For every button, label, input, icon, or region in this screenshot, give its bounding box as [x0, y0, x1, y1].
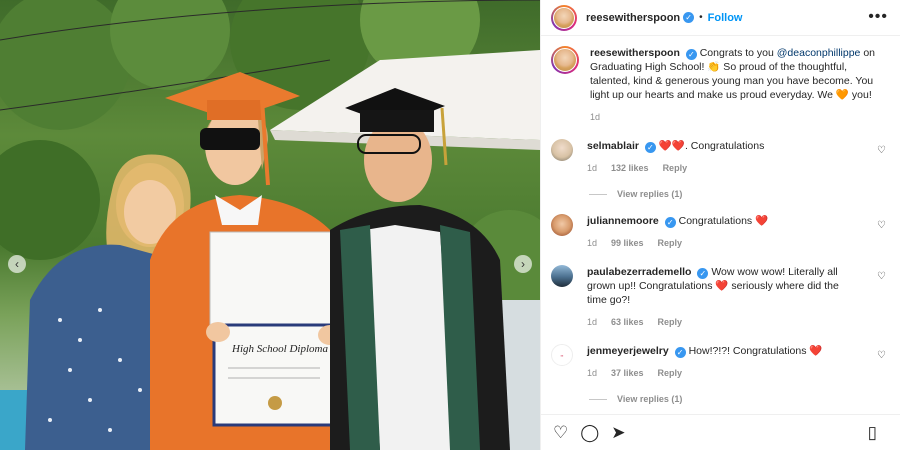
bookmark-icon[interactable]: ▯	[868, 424, 877, 441]
comment-username[interactable]: selmablair	[587, 140, 639, 152]
comment-item: ▪▪ jenmeyerjewelry ✓ How!?!?! Congratula…	[551, 344, 890, 380]
comment-item: juliannemoore ✓ Congratulations ❤️ 1d 99 …	[551, 214, 890, 250]
caption-avatar[interactable]	[551, 46, 579, 74]
comment-item: selmablair ✓ ❤️❤️. Congratulations 1d 132…	[551, 139, 890, 175]
comment-like-heart-icon[interactable]: ♡	[877, 220, 886, 231]
comment-username[interactable]: juliannemoore	[587, 215, 659, 227]
verified-badge-icon: ✓	[685, 49, 697, 60]
comment-username[interactable]: jenmeyerjewelry	[587, 345, 669, 357]
photo-illustration: High School Diploma	[0, 0, 540, 450]
comment-timestamp[interactable]: 1d	[587, 238, 597, 248]
follow-button[interactable]: Follow	[708, 12, 743, 24]
verified-badge-icon: ✓	[683, 12, 695, 23]
post-photo[interactable]: High School Diploma ‹ ›	[0, 0, 540, 450]
instagram-post-view: High School Diploma ‹ › reesewitherspoon	[0, 0, 900, 450]
comment-timestamp[interactable]: 1d	[587, 368, 597, 378]
view-replies-label: View replies (1)	[617, 189, 683, 199]
verified-badge-icon: ✓	[697, 268, 709, 279]
post-header: reesewitherspoon ✓ • Follow •••	[541, 0, 900, 36]
comment-reply-button[interactable]: Reply	[658, 368, 683, 378]
comment-avatar[interactable]: ▪▪	[551, 344, 573, 366]
comment-username[interactable]: paulabezerrademello	[587, 266, 691, 278]
carousel-next-button[interactable]: ›	[514, 255, 532, 273]
jenmeyer-logo-icon: ▪▪	[560, 352, 564, 358]
caption-timestamp[interactable]: 1d	[590, 110, 878, 124]
verified-badge-icon: ✓	[674, 347, 686, 358]
heart-icon[interactable]: ♡	[553, 424, 568, 441]
comment-reply-button[interactable]: Reply	[658, 317, 683, 327]
comment-timestamp[interactable]: 1d	[587, 163, 597, 173]
comment-avatar[interactable]	[551, 265, 573, 287]
comment-item: paulabezerrademello ✓ Wow wow wow! Liter…	[551, 265, 890, 329]
comment-reply-button[interactable]: Reply	[663, 163, 688, 173]
comment-likes-count[interactable]: 37 likes	[611, 368, 644, 378]
avatar[interactable]	[551, 4, 577, 31]
view-replies-button[interactable]: View replies (1)	[589, 189, 890, 199]
view-replies-label: View replies (1)	[617, 394, 683, 404]
diploma-title-text: High School Diploma	[231, 343, 328, 355]
comment-text: Congratulations ❤️	[678, 215, 769, 227]
comments-scroll-area[interactable]: reesewitherspoon ✓ Congrats to you @deac…	[541, 36, 900, 414]
comment-likes-count[interactable]: 63 likes	[611, 317, 644, 327]
verified-badge-icon: ✓	[644, 142, 656, 153]
send-icon[interactable]: ➤	[611, 424, 625, 441]
verified-badge-icon: ✓	[664, 217, 676, 228]
comment-like-heart-icon[interactable]: ♡	[877, 145, 886, 156]
caption-mention-link[interactable]: @deaconphillippe	[777, 47, 861, 59]
header-separator: •	[699, 12, 703, 23]
header-username[interactable]: reesewitherspoon	[586, 12, 680, 24]
post-action-bar: ♡ ◯ ➤ ▯	[541, 414, 900, 450]
comment-icon[interactable]: ◯	[580, 424, 599, 441]
comment-avatar[interactable]	[551, 214, 573, 236]
more-horizontal-icon[interactable]: •••	[868, 8, 888, 26]
comment-likes-count[interactable]: 99 likes	[611, 238, 644, 248]
comment-like-heart-icon[interactable]: ♡	[877, 350, 886, 361]
view-replies-button[interactable]: View replies (1)	[589, 394, 890, 404]
comment-text: How!?!?! Congratulations ❤️	[688, 345, 823, 357]
post-details-pane: reesewitherspoon ✓ • Follow ••• reesewit…	[540, 0, 900, 450]
caption-text-before: Congrats to you	[699, 47, 777, 59]
comment-like-heart-icon[interactable]: ♡	[877, 271, 886, 282]
comment-text: ❤️❤️. Congratulations	[658, 140, 765, 152]
carousel-prev-button[interactable]: ‹	[8, 255, 26, 273]
comment-avatar[interactable]	[551, 139, 573, 161]
caption-username[interactable]: reesewitherspoon	[590, 47, 680, 59]
comment-likes-count[interactable]: 132 likes	[611, 163, 649, 173]
comment-reply-button[interactable]: Reply	[658, 238, 683, 248]
comment-timestamp[interactable]: 1d	[587, 317, 597, 327]
post-caption: reesewitherspoon ✓ Congrats to you @deac…	[551, 46, 890, 124]
